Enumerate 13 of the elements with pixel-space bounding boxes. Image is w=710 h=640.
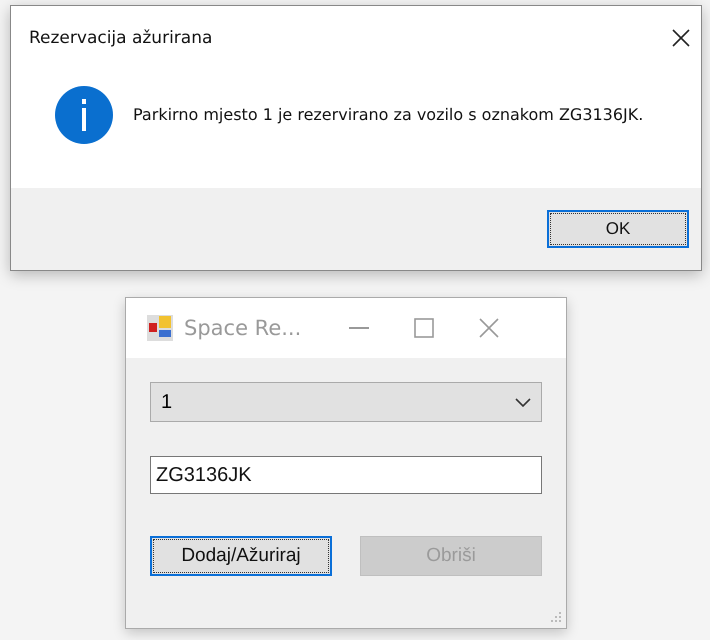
app-icon (146, 314, 174, 342)
resize-grip-icon[interactable] (550, 612, 562, 624)
window-title: Space Re... (184, 316, 302, 340)
plate-input-field[interactable]: ZG3136JK (150, 456, 542, 494)
message-text: Parkirno mjesto 1 je rezervirano za vozilo s oznakom ZG3136JK. (133, 104, 644, 126)
maximize-icon[interactable] (414, 318, 434, 338)
parking-space-dropdown[interactable]: 1 (150, 382, 542, 422)
info-icon (55, 86, 113, 144)
ok-button[interactable]: OK (547, 210, 689, 248)
close-icon[interactable] (671, 28, 691, 48)
action-button[interactable]: Dodaj/Ažuriraj (150, 536, 332, 576)
chevron-down-icon (515, 398, 531, 406)
dialog-title: Rezervacija ažurirana (29, 28, 212, 48)
